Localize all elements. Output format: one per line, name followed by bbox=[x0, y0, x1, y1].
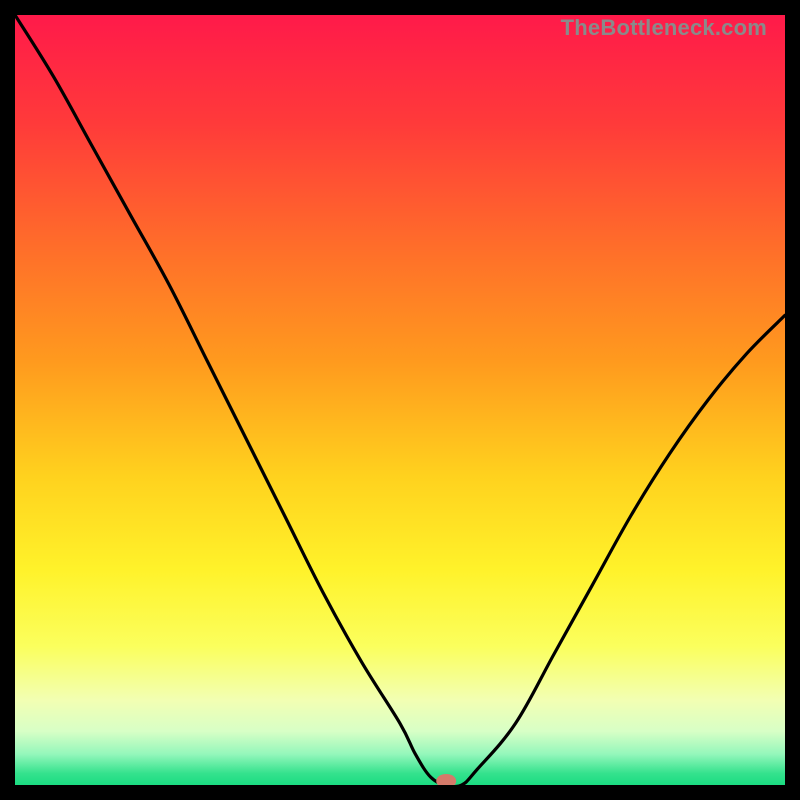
chart-frame: TheBottleneck.com bbox=[15, 15, 785, 785]
watermark-text: TheBottleneck.com bbox=[561, 15, 767, 41]
bottleneck-chart bbox=[15, 15, 785, 785]
gradient-background bbox=[15, 15, 785, 785]
